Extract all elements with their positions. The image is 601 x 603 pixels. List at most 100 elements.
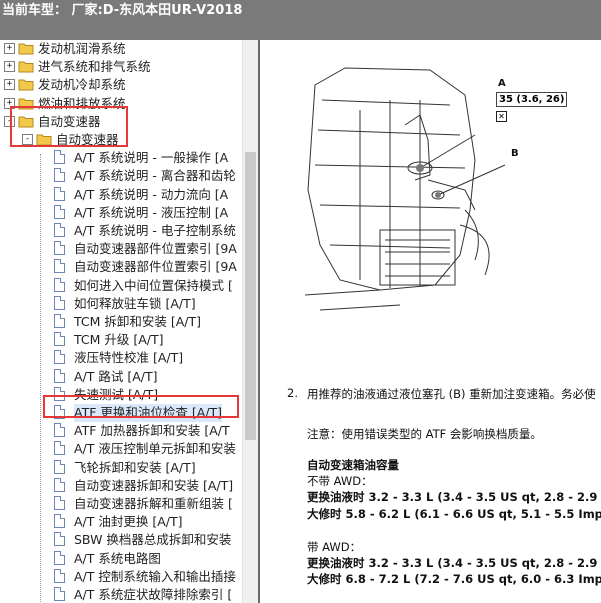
document-icon	[54, 441, 65, 456]
tree-panel: + 发动机润滑系统 + 进气系统和排气系统 + 发动机冷却系统 + 燃油和排放系统 - 自动变速器…	[0, 40, 258, 603]
document-icon	[54, 459, 65, 474]
folder-icon	[18, 79, 34, 91]
awd-label: 带 AWD：	[307, 540, 362, 554]
document-icon	[54, 532, 65, 547]
document-icon	[54, 496, 65, 510]
tree-item-label: 如何释放驻车锁 [A/T]	[74, 295, 196, 311]
document-icon	[54, 332, 65, 347]
tree-doc-item[interactable]: A/T 油封更换 [A/T]	[0, 513, 242, 531]
document-icon	[54, 477, 65, 492]
tree-guide-line	[40, 154, 41, 603]
tree-doc-item[interactable]: 如何释放驻车锁 [A/T]	[0, 295, 242, 313]
document-icon	[54, 241, 65, 256]
tree-doc-item[interactable]: TCM 升级 [A/T]	[0, 331, 242, 349]
folder-icon	[18, 61, 34, 73]
document-icon	[54, 350, 65, 365]
x-mark-icon: ✕	[496, 111, 507, 122]
tree-doc-item[interactable]: A/T 系统说明 - 电子控制系统	[0, 222, 242, 240]
document-icon	[54, 423, 65, 438]
content-pane: A 35 (3.6, 26) ✕ B 2. 用推荐的油液通过液位塞孔 (B) 重…	[260, 40, 601, 603]
no-awd-change-label: 更换油液时	[307, 490, 365, 504]
tree-doc-item[interactable]: A/T 控制系统输入和输出插接	[0, 568, 242, 586]
tree-item-label: A/T 系统症状故障排除索引 [	[74, 587, 233, 602]
callout-a: A	[498, 78, 506, 89]
no-awd-overhaul-value: 5.8 - 6.2 L (6.1 - 6.6 US qt, 5.1 - 5.5 …	[345, 507, 601, 521]
tree-doc-item[interactable]: 液压特性校准 [A/T]	[0, 349, 242, 367]
tree-doc-item[interactable]: TCM 拆卸和安装 [A/T]	[0, 313, 242, 331]
document-icon	[54, 295, 65, 310]
document-icon	[54, 186, 65, 201]
capacity-title: 自动变速箱油容量	[307, 458, 399, 472]
tree-doc-item[interactable]: ATF 加热器拆卸和安装 [A/T	[0, 422, 242, 440]
tree-item-label: 飞轮拆卸和安装 [A/T]	[74, 459, 196, 475]
expand-icon[interactable]: +	[4, 61, 15, 73]
document-icon	[54, 314, 65, 328]
document-icon	[54, 568, 65, 583]
no-awd-overhaul-label: 大修时	[307, 507, 342, 521]
expand-icon[interactable]: +	[4, 43, 15, 54]
document-icon	[54, 223, 65, 237]
tree-item-label: 进气系统和排气系统	[38, 59, 151, 75]
torque-spec-box: 35 (3.6, 26)	[496, 92, 568, 107]
highlight-atf-box	[43, 395, 239, 418]
tree-item-label: A/T 控制系统输入和输出插接	[74, 568, 236, 584]
folder-icon	[18, 43, 34, 55]
document-icon	[54, 368, 65, 383]
tree-doc-item[interactable]: 自动变速器部件位置索引 [9A	[0, 240, 242, 258]
awd-overhaul-row: 大修时 6.8 - 7.2 L (7.2 - 7.6 US qt, 6.0 - …	[307, 571, 601, 587]
tree-item-label: TCM 升级 [A/T]	[74, 332, 164, 348]
tree-doc-item[interactable]: 飞轮拆卸和安装 [A/T]	[0, 459, 242, 477]
tree-doc-item[interactable]: A/T 液压控制单元拆卸和安装	[0, 440, 242, 458]
document-icon	[54, 514, 65, 529]
tree-doc-item[interactable]: 如何进入中间位置保持模式 [	[0, 277, 242, 295]
document-icon	[54, 168, 65, 183]
document-icon	[54, 259, 65, 274]
tree-item-label: A/T 系统说明 - 液压控制 [A	[74, 204, 229, 220]
tree-folder-item[interactable]: + 发动机冷却系统	[0, 76, 242, 94]
tree-scrollbar-thumb[interactable]	[245, 152, 256, 440]
tree-folder-item[interactable]: + 进气系统和排气系统	[0, 58, 242, 76]
awd-overhaul-label: 大修时	[307, 572, 342, 586]
awd-change-label: 更换油液时	[307, 556, 365, 570]
document-icon	[54, 587, 65, 601]
tree-scrollbar[interactable]	[242, 40, 258, 603]
tree-item-label: TCM 拆卸和安装 [A/T]	[74, 314, 202, 329]
tree-doc-item[interactable]: A/T 系统电路图	[0, 550, 242, 568]
tree-doc-item[interactable]: A/T 系统说明 - 动力流向 [A	[0, 186, 242, 204]
tree-doc-item[interactable]: 自动变速器拆卸和安装 [A/T]	[0, 477, 242, 495]
tree-item-label: ATF 加热器拆卸和安装 [A/T	[74, 423, 230, 439]
document-icon	[54, 550, 65, 565]
tree-doc-item[interactable]: 自动变速器部件位置索引 [9A	[0, 258, 242, 276]
expand-icon[interactable]: +	[4, 79, 15, 91]
document-icon	[54, 277, 65, 292]
step-number: 2.	[287, 386, 298, 400]
tree-doc-item[interactable]: SBW 换档器总成拆卸和安装	[0, 531, 242, 549]
no-awd-overhaul-row: 大修时 5.8 - 6.2 L (6.1 - 6.6 US qt, 5.1 - …	[307, 506, 601, 522]
title-text: 当前车型： 厂家:D-东风本田UR-V2018	[2, 3, 243, 18]
no-awd-change-value: 3.2 - 3.3 L (3.4 - 3.5 US qt, 2.8 - 2.9 …	[368, 490, 601, 504]
tree-doc-item[interactable]: A/T 系统说明 - 离合器和齿轮	[0, 167, 242, 185]
callout-b: B	[511, 148, 519, 159]
tree-doc-item[interactable]: A/T 路试 [A/T]	[0, 368, 242, 386]
highlight-folder-box	[10, 106, 128, 147]
tree-doc-item[interactable]: A/T 系统症状故障排除索引 [	[0, 586, 242, 603]
tree-doc-item[interactable]: A/T 系统说明 - 一般操作 [A	[0, 149, 242, 167]
awd-overhaul-value: 6.8 - 7.2 L (7.2 - 7.6 US qt, 6.0 - 6.3 …	[345, 572, 601, 586]
tree-item-label: SBW 换档器总成拆卸和安装	[74, 532, 232, 548]
step-text: 用推荐的油液通过液位塞孔 (B) 重新加注变速箱。务必使	[307, 387, 596, 401]
tree-doc-item[interactable]: 自动变速器拆解和重新组装 [	[0, 495, 242, 513]
tree-item-label: 自动变速器部件位置索引 [9A	[74, 241, 237, 257]
tree-item-label: 自动变速器拆卸和安装 [A/T]	[74, 477, 234, 493]
title-bar: 当前车型： 厂家:D-东风本田UR-V2018	[0, 0, 601, 40]
tree-item-label: A/T 液压控制单元拆卸和安装	[74, 441, 236, 457]
tree-item-label: 发动机润滑系统	[38, 41, 126, 56]
document-icon	[54, 150, 65, 165]
tree-doc-item[interactable]: A/T 系统说明 - 液压控制 [A	[0, 204, 242, 222]
tree-item-label: A/T 系统说明 - 离合器和齿轮	[74, 168, 236, 184]
tree-folder-item[interactable]: + 发动机润滑系统	[0, 40, 242, 58]
tree-item-label: 自动变速器拆解和重新组装 [	[74, 496, 233, 511]
tree-item-label: A/T 系统说明 - 电子控制系统	[74, 223, 236, 238]
tree-item-label: 自动变速器部件位置索引 [9A	[74, 259, 237, 275]
tree-item-label: A/T 路试 [A/T]	[74, 368, 158, 384]
tree-item-label: 如何进入中间位置保持模式 [	[74, 277, 233, 293]
